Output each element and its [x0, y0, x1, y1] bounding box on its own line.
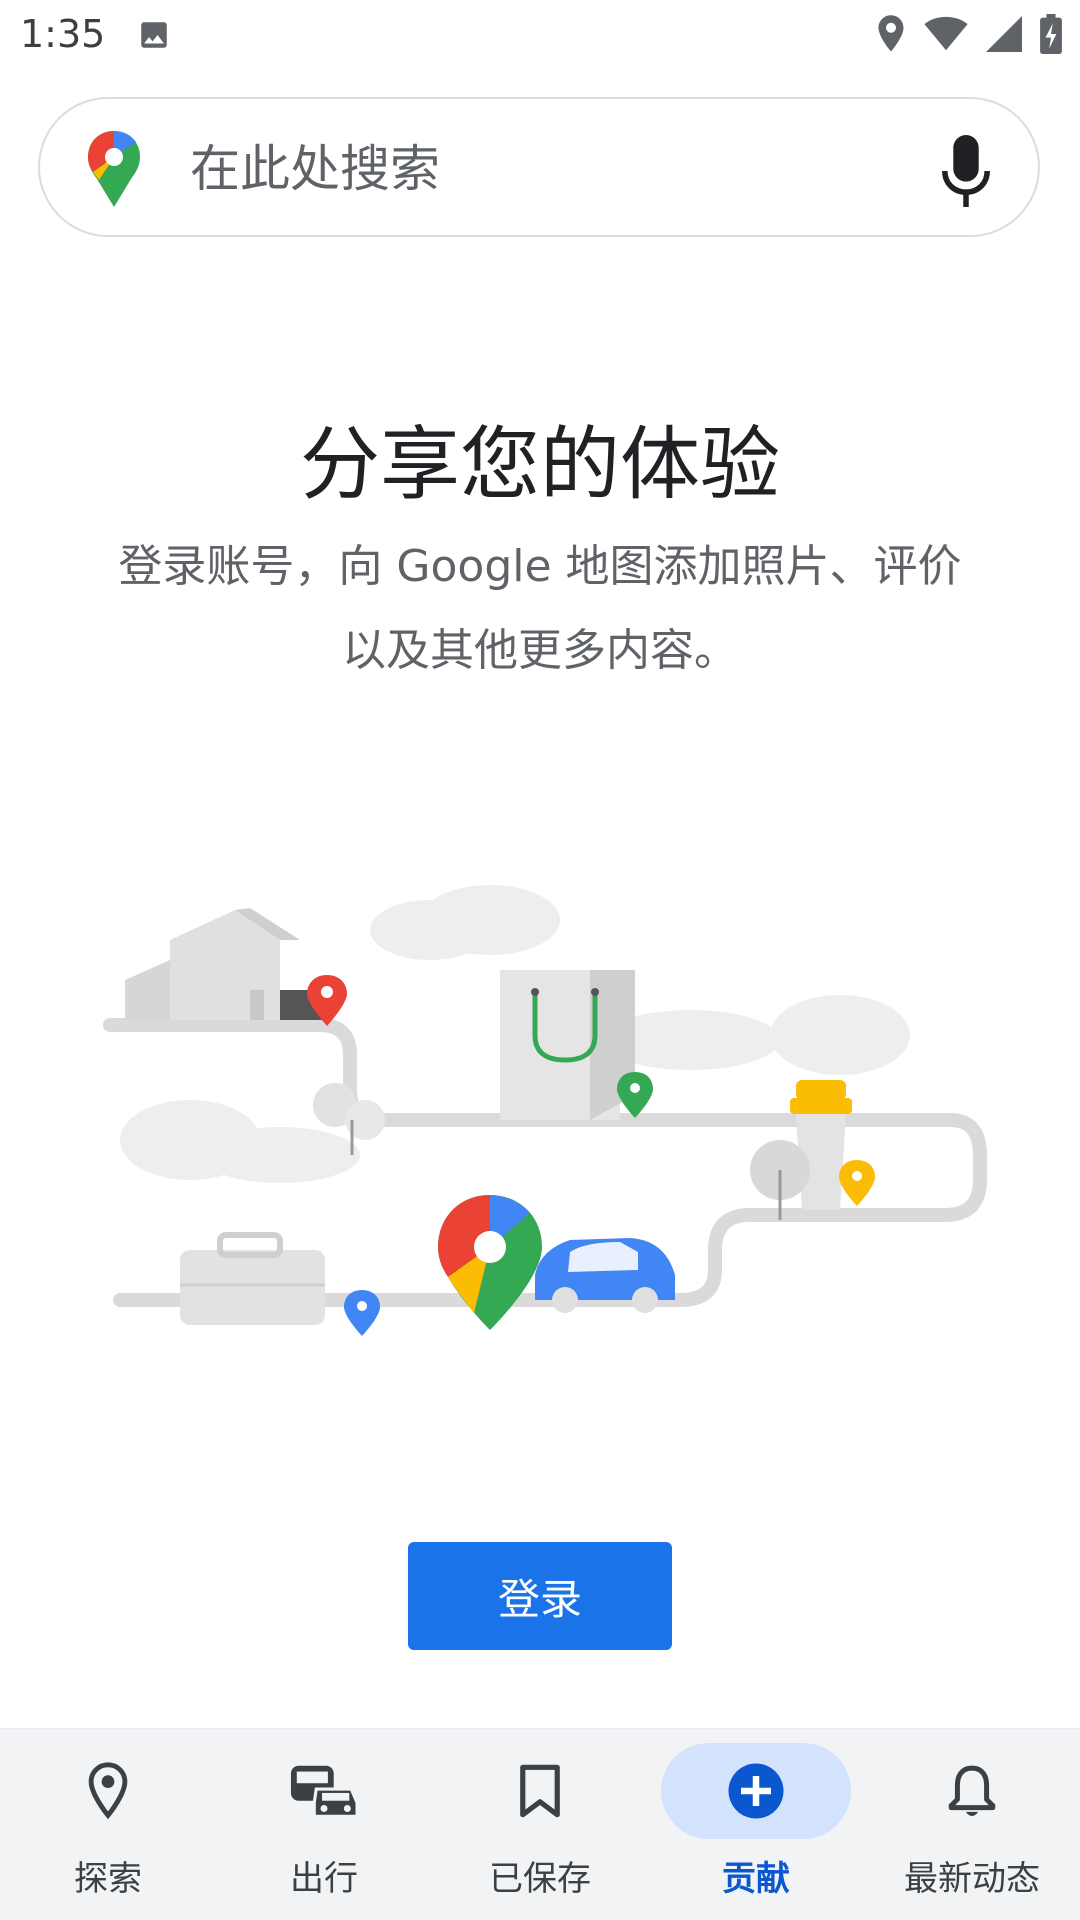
contribute-illustration [103, 885, 987, 1336]
shopping-bag-shape [500, 970, 635, 1120]
battery-charging-icon [1040, 14, 1062, 58]
wifi-icon [924, 16, 968, 56]
page-title: 分享您的体验 [300, 418, 780, 511]
bookmark-icon [520, 1764, 560, 1818]
green-pin-icon [617, 1072, 653, 1118]
search-input[interactable] [188, 129, 932, 209]
suitcase-shape [180, 1232, 325, 1325]
tab-updates[interactable]: 最新动态 [864, 1729, 1080, 1920]
tab-explore[interactable]: 探索 [0, 1729, 216, 1920]
status-bar: 1:35 [0, 0, 1080, 72]
signal-icon [986, 16, 1022, 56]
tab-go-label: 出行 [290, 1859, 358, 1899]
bell-icon [948, 1765, 996, 1816]
mic-icon[interactable] [940, 135, 992, 207]
pin-outline-icon [88, 1762, 128, 1820]
tab-contribute-label: 贡献 [722, 1859, 790, 1899]
tab-updates-label: 最新动态 [904, 1859, 1040, 1899]
location-icon [876, 14, 906, 58]
app-root: 1:35 在此处搜索 分享您的体验 登录账号，向 Google 地图添加照片、评… [0, 0, 1080, 1920]
gallery-icon [136, 18, 172, 56]
blue-pin-icon [344, 1290, 380, 1336]
add-circle-icon [728, 1763, 784, 1819]
google-maps-big-pin-icon [438, 1195, 542, 1330]
tab-go[interactable]: 出行 [216, 1729, 432, 1920]
sign-in-button[interactable]: 登录 [408, 1542, 672, 1650]
house-shape [125, 908, 330, 1020]
tab-explore-label: 探索 [74, 1859, 142, 1899]
google-maps-pin-icon [88, 131, 140, 207]
commute-icon [290, 1765, 359, 1818]
status-icons [876, 14, 1062, 58]
tab-saved[interactable]: 已保存 [432, 1729, 648, 1920]
status-time: 1:35 [20, 12, 106, 56]
bottom-navigation: 探索 出行 已保存 贡献 最新动态 [0, 1728, 1080, 1920]
tab-contribute[interactable]: 贡献 [648, 1729, 864, 1920]
tab-saved-label: 已保存 [489, 1859, 591, 1899]
search-bar[interactable] [38, 97, 1040, 237]
yellow-pin-icon [839, 1160, 875, 1206]
page-subtitle: 登录账号，向 Google 地图添加照片、评价以及其他更多内容。 [118, 541, 962, 676]
